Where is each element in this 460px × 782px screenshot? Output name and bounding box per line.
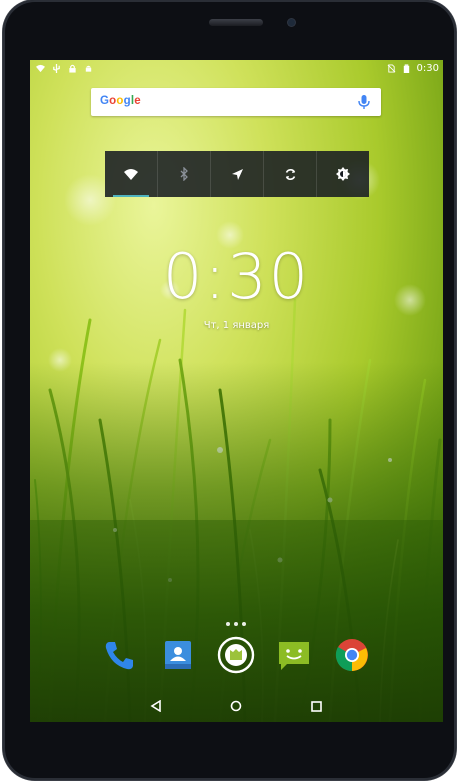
chrome-app[interactable] — [333, 636, 371, 674]
location-toggle[interactable] — [211, 151, 264, 197]
status-time: 0:30 — [416, 63, 439, 74]
no-sim-icon — [387, 64, 395, 73]
tablet-device: 0:30 Google 0:30 Чт, 1 января — [3, 0, 456, 780]
back-button[interactable] — [148, 698, 164, 714]
app-drawer-icon — [217, 636, 255, 674]
page-dot — [234, 622, 238, 626]
status-bar[interactable]: 0:30 — [30, 60, 443, 80]
dock — [30, 636, 443, 680]
android-debug-icon — [85, 65, 92, 72]
page-dot — [242, 622, 246, 626]
sync-icon — [285, 168, 295, 180]
quick-settings-widget — [105, 151, 369, 197]
bluetooth-icon — [180, 167, 188, 181]
messaging-app[interactable] — [275, 636, 313, 674]
back-icon — [150, 700, 161, 712]
earpiece-speaker — [209, 19, 263, 26]
chrome-icon — [335, 639, 368, 672]
location-icon — [231, 168, 243, 180]
battery-icon — [403, 64, 409, 73]
wifi-toggle[interactable] — [105, 151, 158, 197]
lock-clock-date: Чт, 1 января — [203, 320, 270, 331]
wifi-signal-icon — [36, 64, 45, 73]
navigation-bar — [30, 690, 443, 722]
contacts-app[interactable] — [159, 636, 197, 674]
recents-button[interactable] — [308, 698, 324, 714]
contacts-icon — [165, 641, 191, 669]
logo-letter: g — [123, 95, 131, 107]
front-camera — [288, 19, 295, 26]
logo-letter: G — [100, 95, 110, 107]
page-indicator — [226, 622, 246, 626]
usb-icon — [53, 64, 60, 73]
google-logo: Google — [100, 95, 141, 107]
brightness-toggle[interactable] — [317, 151, 369, 197]
home-button[interactable] — [228, 698, 244, 714]
home-screen: 0:30 Google 0:30 Чт, 1 января — [30, 60, 443, 722]
sync-toggle[interactable] — [264, 151, 317, 197]
google-search-bar[interactable]: Google — [91, 88, 381, 116]
phone-icon — [105, 642, 133, 670]
logo-letter: o — [116, 95, 124, 107]
mic-icon[interactable] — [357, 94, 371, 110]
bluetooth-toggle[interactable] — [158, 151, 211, 197]
brightness-icon — [336, 167, 350, 181]
page-dot — [226, 622, 230, 626]
phone-app[interactable] — [101, 636, 139, 674]
messaging-icon — [279, 642, 309, 670]
lock-icon — [69, 64, 76, 73]
lock-clock-time[interactable]: 0:30 — [30, 246, 443, 308]
app-drawer[interactable] — [217, 636, 255, 674]
wifi-icon — [124, 169, 138, 180]
logo-letter: e — [134, 95, 141, 107]
home-icon — [230, 700, 242, 712]
recents-icon — [310, 700, 322, 712]
